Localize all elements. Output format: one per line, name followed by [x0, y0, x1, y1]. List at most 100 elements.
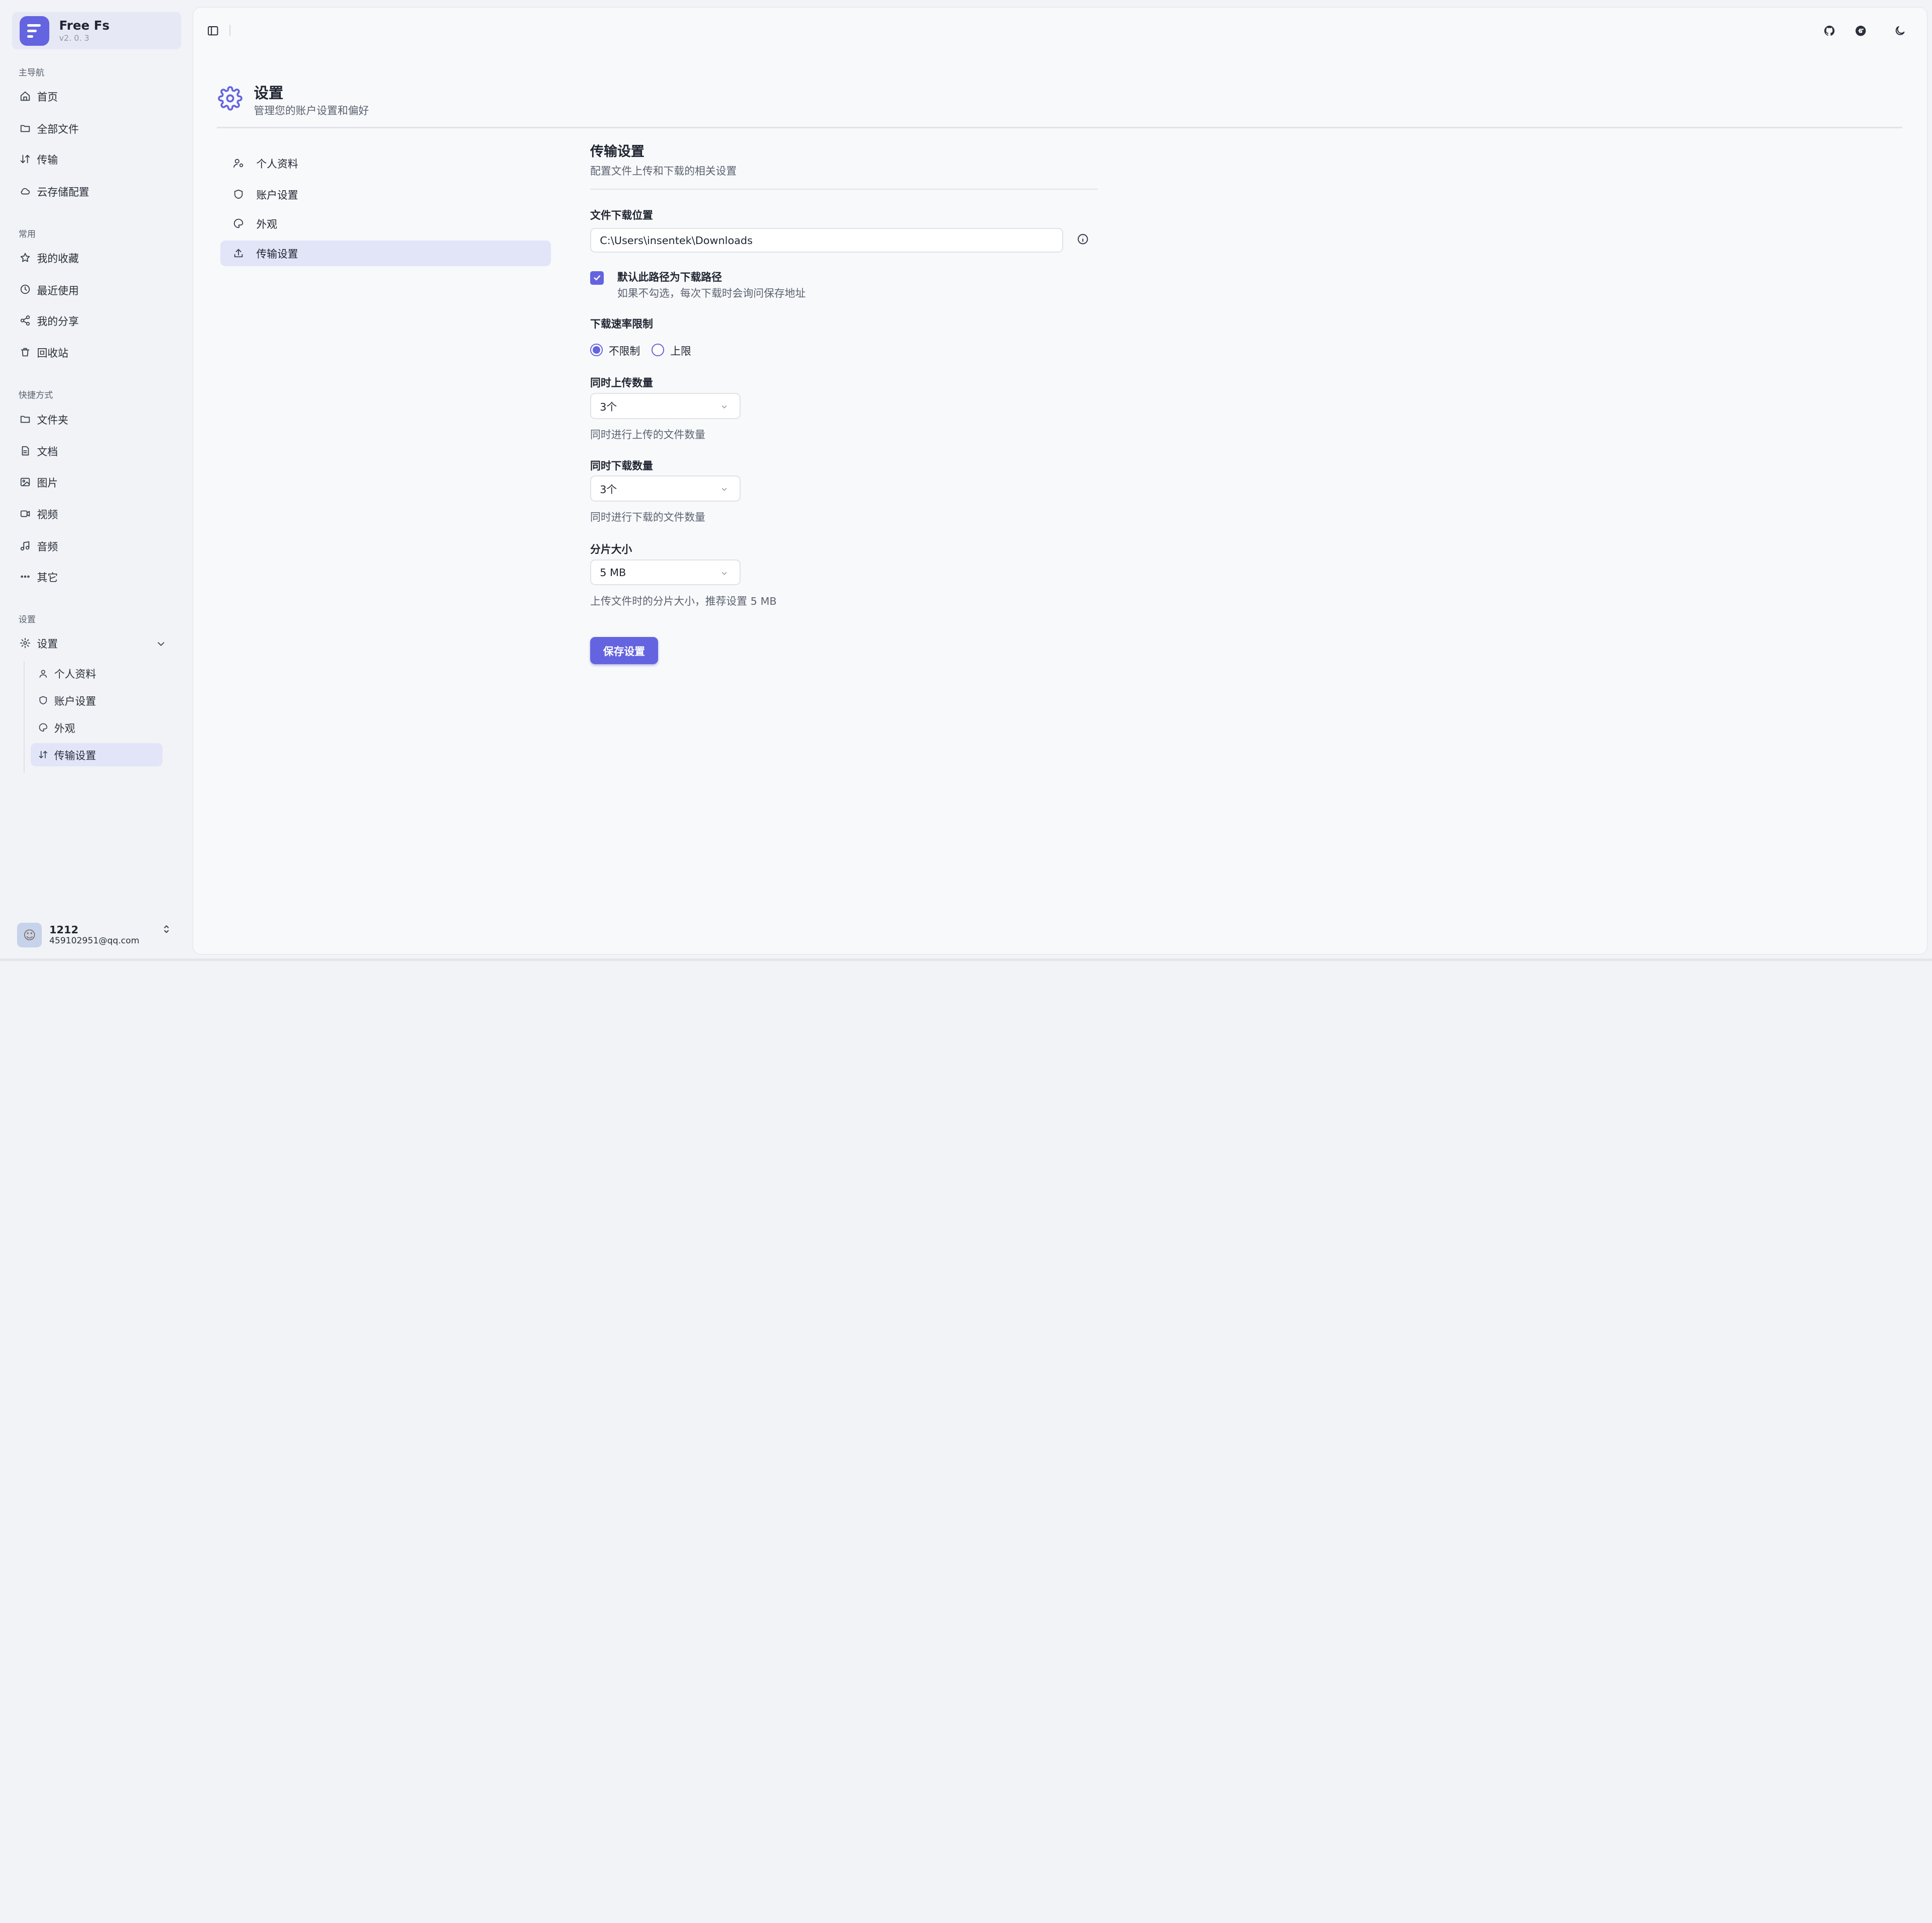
section-title: 传输设置 — [590, 144, 645, 160]
brand-logo-icon — [20, 16, 49, 46]
user-icon — [39, 670, 47, 678]
check-icon — [593, 275, 601, 281]
rate-unlimited-radio[interactable] — [590, 344, 603, 356]
sidebar-item-home[interactable]: 首页 — [12, 84, 181, 109]
gitee-button[interactable] — [1853, 24, 1868, 38]
section-subtitle: 配置文件上传和下载的相关设置 — [590, 165, 737, 178]
sidebar-item-favorites[interactable]: 我的收藏 — [12, 245, 181, 270]
divider — [229, 24, 230, 36]
chunk-size-select[interactable]: 5 MB — [590, 559, 741, 586]
chevron-down-icon — [721, 406, 727, 409]
download-count-label: 同时下载数量 — [590, 459, 653, 472]
rate-limit-radio[interactable] — [652, 344, 664, 356]
panel-left-icon — [208, 26, 218, 36]
download-location-input[interactable]: C:\Users\insentek\Downloads — [590, 228, 1064, 253]
gear-icon — [20, 638, 31, 649]
sidebar-toggle-button[interactable] — [206, 24, 220, 38]
default-path-label: 默认此路径为下载路径 — [617, 271, 722, 283]
bottom-edge — [0, 958, 1932, 962]
more-icon — [21, 575, 30, 578]
shield-icon — [234, 189, 243, 199]
avatar: ☺ — [17, 923, 42, 948]
sidebar-item-all-files[interactable]: 全部文件 — [12, 116, 181, 140]
transfer-settings-panel: 传输设置 配置文件上传和下载的相关设置 文件下载位置 C:\Users\inse… — [590, 140, 1098, 664]
chunk-size-label: 分片大小 — [590, 543, 632, 556]
sidebar-item-videos[interactable]: 视频 — [12, 502, 181, 526]
sidebar-item-transfer[interactable]: 传输 — [12, 146, 181, 171]
home-icon — [21, 91, 30, 101]
sidebar-item-audio[interactable]: 音频 — [12, 533, 181, 558]
upload-icon — [234, 249, 243, 258]
sidebar-item-settings[interactable]: 设置 — [12, 631, 181, 656]
sidebar-item-documents[interactable]: 文档 — [12, 439, 181, 463]
transfer-icon — [21, 154, 30, 164]
theme-toggle-button[interactable] — [1893, 24, 1907, 38]
user-email: 459102951@qq.com — [49, 935, 139, 946]
palette-icon — [39, 723, 47, 732]
sidebar: Free Fs v2. 0. 3 主导航 首页 全部文件 传输 云存储配置 常用… — [0, 0, 192, 961]
sidebar-subitem-transfer-settings[interactable]: 传输设置 — [31, 743, 163, 767]
sidebar-item-recent[interactable]: 最近使用 — [12, 277, 181, 302]
transfer-icon — [39, 751, 47, 759]
trash-icon — [21, 348, 30, 357]
chevron-down-icon — [721, 572, 727, 575]
folder-open-icon — [21, 125, 30, 132]
sidebar-item-other[interactable]: 其它 — [12, 565, 181, 589]
default-path-hint: 如果不勾选，每次下载时会询问保存地址 — [617, 287, 806, 299]
settings-nav-appearance[interactable]: 外观 — [220, 211, 550, 236]
chevron-down-icon — [721, 488, 727, 492]
sidebar-item-folders[interactable]: 文件夹 — [12, 407, 181, 431]
save-settings-button[interactable]: 保存设置 — [590, 637, 658, 664]
sidebar-item-trash[interactable]: 回收站 — [12, 340, 181, 365]
sidebar-item-shares[interactable]: 我的分享 — [12, 308, 181, 333]
rate-limit-option-label[interactable]: 上限 — [670, 343, 691, 358]
upload-count-label: 同时上传数量 — [590, 377, 653, 389]
gear-icon — [218, 86, 243, 111]
section-label-settings: 设置 — [18, 615, 36, 625]
music-icon — [21, 541, 30, 551]
star-icon — [21, 253, 30, 262]
section-label-common: 常用 — [18, 229, 36, 239]
page-title: 设置 — [254, 84, 284, 102]
settings-nav-transfer[interactable]: 传输设置 — [220, 240, 551, 266]
sidebar-subitem-appearance[interactable]: 外观 — [31, 716, 163, 740]
settings-nav-account[interactable]: 账户设置 — [220, 181, 550, 207]
user-name: 1212 — [49, 923, 78, 936]
section-label-main: 主导航 — [18, 67, 45, 78]
document-icon — [22, 446, 29, 456]
header-divider — [217, 127, 1903, 128]
app-root: Free Fs v2. 0. 3 主导航 首页 全部文件 传输 云存储配置 常用… — [0, 0, 1932, 962]
user-profile[interactable]: ☺ 1212 459102951@qq.com — [17, 917, 177, 953]
sidebar-subitem-account[interactable]: 账户设置 — [31, 689, 163, 712]
video-icon — [21, 510, 30, 517]
gitee-icon — [1855, 25, 1866, 36]
rate-limit-label: 下载速率限制 — [590, 317, 653, 330]
upload-count-hint: 同时进行上传的文件数量 — [590, 429, 705, 441]
github-button[interactable] — [1822, 24, 1837, 38]
user-cog-icon — [233, 159, 244, 168]
moon-icon — [1895, 26, 1905, 35]
submenu-guide-line — [23, 662, 25, 773]
sidebar-item-images[interactable]: 图片 — [12, 469, 181, 494]
chevron-down-icon — [157, 642, 165, 646]
rate-unlimited-label[interactable]: 不限制 — [609, 343, 640, 358]
sidebar-subitem-profile[interactable]: 个人资料 — [31, 662, 163, 685]
shield-icon — [39, 696, 47, 705]
image-icon — [21, 477, 30, 486]
download-location-label: 文件下载位置 — [590, 209, 653, 222]
upload-count-select[interactable]: 3个 — [590, 393, 741, 419]
download-count-select[interactable]: 3个 — [590, 475, 741, 502]
default-path-checkbox[interactable] — [590, 271, 604, 285]
topbar — [193, 8, 1927, 54]
chevrons-up-down-icon[interactable] — [162, 922, 172, 936]
brand[interactable]: Free Fs v2. 0. 3 — [12, 12, 181, 49]
info-icon[interactable] — [1077, 233, 1089, 245]
github-icon — [1824, 25, 1835, 36]
palette-icon — [233, 219, 244, 228]
folder-icon — [21, 416, 30, 423]
settings-nav-profile[interactable]: 个人资料 — [220, 150, 550, 176]
cloud-icon — [21, 188, 30, 195]
sidebar-item-cloud-storage[interactable]: 云存储配置 — [12, 179, 181, 203]
main-panel: 设置 管理您的账户设置和偏好 个人资料 账户设置 外观 传输设置 传输设置 配置… — [193, 7, 1927, 954]
chunk-size-hint: 上传文件时的分片大小，推荐设置 5 MB — [590, 595, 777, 607]
